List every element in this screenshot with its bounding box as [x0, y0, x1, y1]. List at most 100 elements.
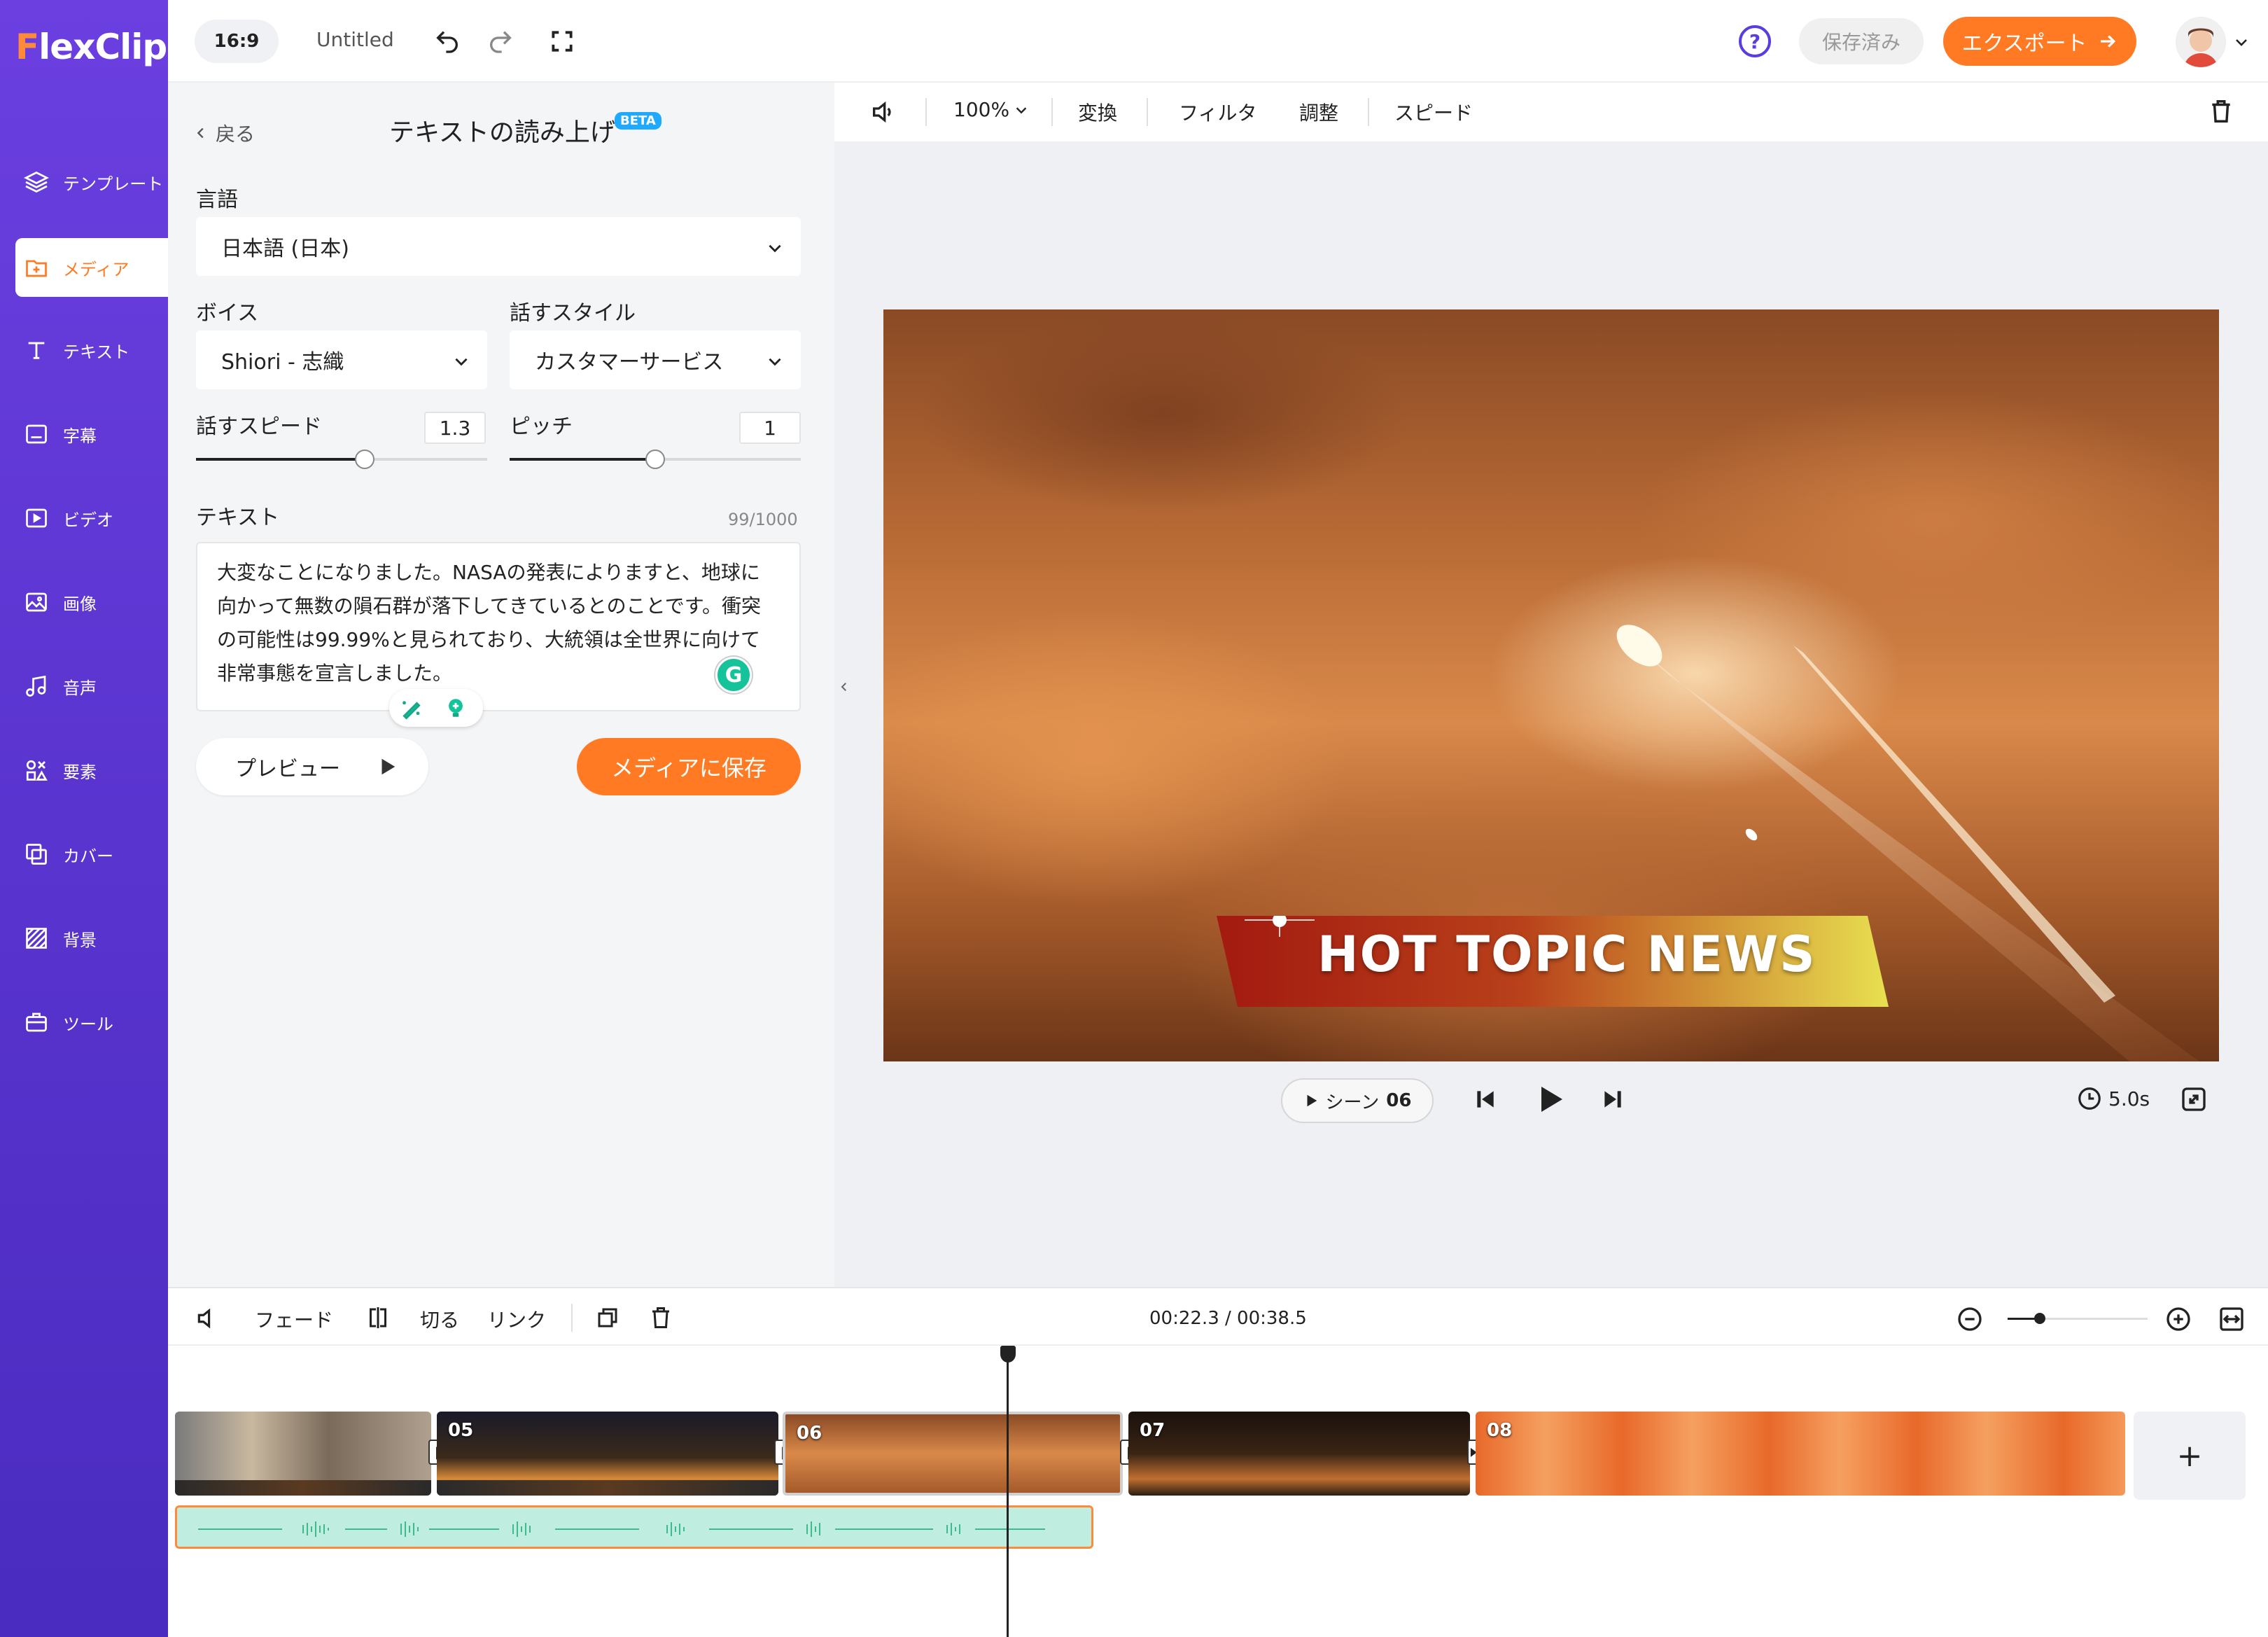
style-select[interactable]: カスタマーサービス — [510, 330, 801, 389]
pitch-label: ピッチ — [510, 415, 573, 439]
split-icon[interactable] — [365, 1305, 391, 1335]
tool-transform[interactable]: 変換 — [1078, 98, 1117, 126]
lightbulb-icon[interactable] — [444, 696, 468, 723]
redo-icon[interactable] — [484, 25, 517, 57]
skip-previous-icon[interactable] — [1471, 1085, 1499, 1116]
grammarly-icon[interactable]: G — [715, 657, 752, 693]
chevron-down-icon — [766, 238, 784, 263]
play-icon[interactable] — [1533, 1082, 1567, 1119]
chevron-left-icon — [193, 125, 209, 141]
timeline-clip-selected[interactable]: 06 — [783, 1412, 1123, 1496]
chevron-down-icon — [766, 351, 784, 376]
timeline-clip[interactable]: 07 — [1128, 1412, 1470, 1496]
style-label: 話すスタイル — [510, 301, 636, 326]
scene-play-button[interactable]: シーン 06 — [1281, 1078, 1434, 1123]
timeline-clip[interactable]: 08 — [1476, 1412, 2125, 1496]
pitch-slider-handle[interactable] — [645, 450, 665, 469]
timecode: 00:22.3 / 00:38.5 — [1149, 1308, 1307, 1329]
pitch-slider[interactable] — [510, 450, 801, 469]
duplicate-icon[interactable] — [595, 1305, 620, 1335]
volume-icon[interactable] — [195, 1305, 221, 1337]
timeline-clip[interactable] — [175, 1412, 431, 1496]
magic-pen-icon[interactable] — [399, 696, 424, 724]
video-preview[interactable]: HOT TOPIC NEWS — [883, 309, 2219, 1061]
sidebar-item-video[interactable]: ビデオ — [15, 489, 168, 548]
chevron-down-icon — [452, 351, 470, 376]
skip-next-icon[interactable] — [1599, 1085, 1627, 1116]
playhead[interactable] — [1007, 1349, 1009, 1637]
saved-status: 保存済み — [1799, 18, 1924, 64]
sidebar-item-cover[interactable]: カバー — [15, 825, 168, 884]
save-to-media-button[interactable]: メディアに保存 — [577, 738, 801, 795]
flexclip-logo[interactable]: FlexClip — [15, 27, 167, 67]
pitch-input[interactable]: 1 — [739, 412, 801, 444]
timeline-toolbar: フェード 切る リンク 00:22.3 / 00:38.5 — [168, 1287, 2268, 1346]
sidebar-item-images[interactable]: 画像 — [15, 573, 168, 632]
sidebar-item-label: テキスト — [63, 342, 130, 362]
back-button[interactable]: 戻る — [193, 119, 255, 147]
link-button[interactable]: リンク — [487, 1305, 546, 1333]
audio-waveform — [198, 1521, 1045, 1537]
sidebar-item-media[interactable]: メディア — [15, 238, 168, 297]
editor-area: 100% 変換 フィルタ 調整 スピード HOT TOPIC NEWS シーン … — [834, 83, 2268, 1287]
sidebar-item-elements[interactable]: 要素 — [15, 741, 168, 800]
speed-slider[interactable] — [196, 450, 487, 469]
export-label: エクスポート — [1961, 32, 2087, 56]
tool-adjust[interactable]: 調整 — [1299, 98, 1338, 126]
trash-icon[interactable] — [648, 1305, 673, 1335]
add-scene-button[interactable]: + — [2134, 1412, 2246, 1500]
divider — [1051, 98, 1053, 126]
sidebar-item-label: メディア — [63, 259, 130, 279]
clip-number: 08 — [1487, 1420, 1513, 1441]
sidebar-item-audio[interactable]: 音声 — [15, 657, 168, 716]
timeline-zoom-slider[interactable] — [2008, 1313, 2148, 1324]
zoom-slider-handle[interactable] — [2034, 1313, 2045, 1324]
chevron-down-icon[interactable] — [2233, 34, 2250, 53]
undo-icon[interactable] — [431, 25, 463, 57]
top-bar: 16:9 Untitled ? 保存済み エクスポート — [168, 0, 2268, 83]
tool-speed[interactable]: スピード — [1394, 98, 1473, 126]
playhead-handle[interactable] — [1000, 1346, 1016, 1363]
zoom-out-icon[interactable] — [1956, 1305, 1984, 1338]
zoom-in-icon[interactable] — [2164, 1305, 2192, 1338]
sidebar-item-background[interactable]: 背景 — [15, 909, 168, 968]
tool-filter[interactable]: フィルタ — [1179, 98, 1256, 126]
voice-select[interactable]: Shiori - 志織 — [196, 330, 487, 389]
sidebar-item-tools[interactable]: ツール — [15, 993, 168, 1052]
sidebar-item-label: 字幕 — [63, 426, 97, 446]
sidebar-item-templates[interactable]: テンプレート — [15, 153, 168, 211]
sidebar-item-label: 背景 — [63, 930, 97, 950]
project-name[interactable]: Untitled — [316, 28, 394, 51]
scene-duration[interactable]: 5.0s — [2076, 1085, 2150, 1112]
fit-timeline-icon[interactable] — [2218, 1305, 2246, 1338]
trash-icon[interactable] — [2208, 98, 2234, 130]
avatar[interactable] — [2176, 17, 2226, 67]
language-select[interactable]: 日本語 (日本) — [196, 217, 801, 276]
collapse-panel-button[interactable] — [834, 627, 854, 746]
fullscreen-icon[interactable] — [546, 25, 578, 57]
timeline-clip[interactable]: 05 — [437, 1412, 778, 1496]
pitch-slider-fill — [510, 458, 655, 461]
sidebar-item-text[interactable]: テキスト — [15, 321, 168, 379]
scene-label: シーン — [1325, 1092, 1380, 1113]
preview-button[interactable]: プレビュー — [196, 738, 428, 795]
speed-input[interactable]: 1.3 — [424, 412, 486, 444]
help-icon[interactable]: ? — [1739, 25, 1771, 57]
aspect-ratio-button[interactable]: 16:9 — [195, 20, 279, 63]
zoom-select[interactable]: 100% — [953, 98, 1029, 121]
audio-track[interactable] — [175, 1505, 1093, 1549]
expand-icon[interactable] — [2180, 1085, 2208, 1116]
cut-button[interactable]: 切る — [420, 1305, 459, 1333]
volume-icon[interactable] — [869, 98, 897, 131]
sidebar-item-label: 画像 — [63, 594, 97, 614]
fade-button[interactable]: フェード — [255, 1305, 333, 1333]
text-line: 大変なことになりました。NASAの発表によりますと、地球に — [217, 561, 760, 584]
sidebar-item-label: ツール — [63, 1014, 113, 1034]
speed-slider-handle[interactable] — [355, 450, 375, 469]
video-icon — [22, 504, 50, 532]
speech-text-input[interactable]: 大変なことになりました。NASAの発表によりますと、地球に 向かって無数の隕石群… — [196, 542, 801, 711]
export-button[interactable]: エクスポート — [1943, 17, 2136, 66]
sidebar-item-subtitles[interactable]: 字幕 — [15, 405, 168, 464]
scene-number: 06 — [1386, 1090, 1412, 1111]
text-line: 向かって無数の隕石群が落下してきているとのことです。衝突 — [217, 594, 762, 618]
